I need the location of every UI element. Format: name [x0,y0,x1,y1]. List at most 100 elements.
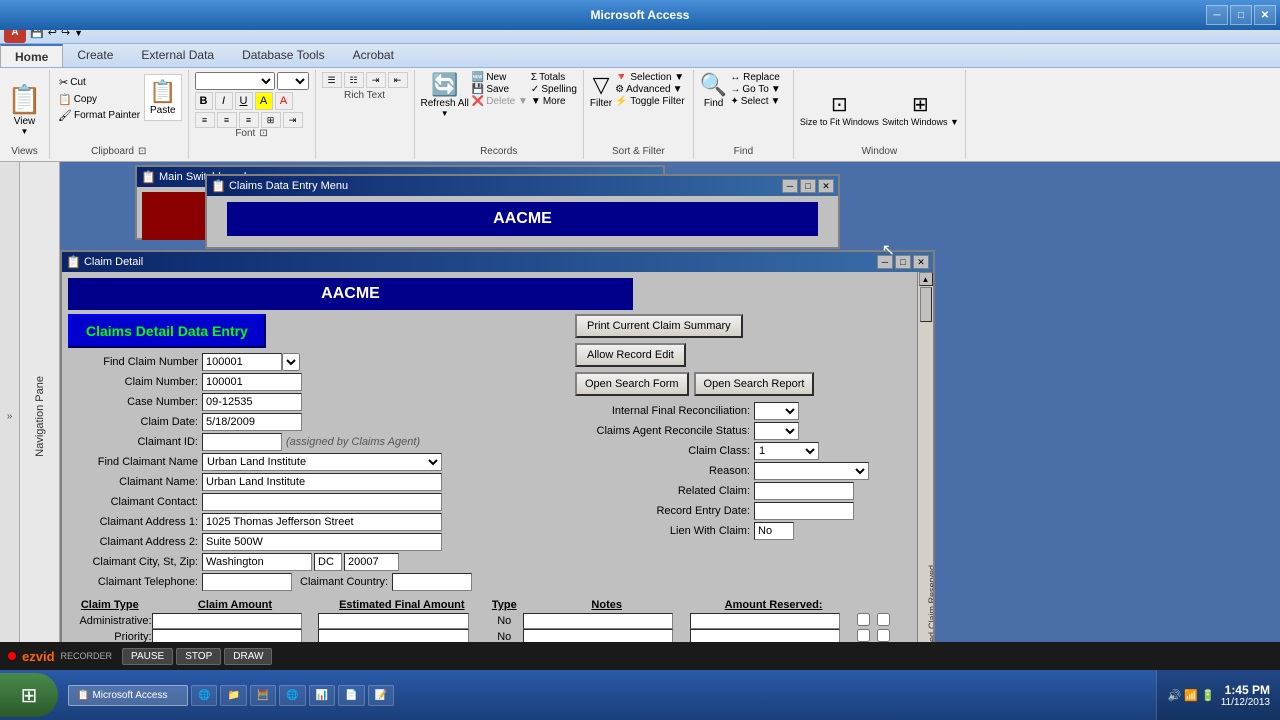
taskbar-calc[interactable]: 🧮 [250,685,276,706]
advanced-btn[interactable]: ⚙ Advanced ▼ [615,84,685,95]
print-claim-btn[interactable]: Print Current Claim Summary [575,314,743,338]
claim-maximize-btn[interactable]: □ [895,255,911,269]
reason-select[interactable] [754,462,869,480]
grid-btn[interactable]: ⊞ [261,112,281,128]
claimant-id-input[interactable] [202,433,282,451]
scroll-thumb[interactable] [920,287,932,322]
font-color-btn[interactable]: A [275,92,293,110]
tab-external-data[interactable]: External Data [127,44,228,67]
claim-minimize-btn[interactable]: ─ [877,255,893,269]
find-claimant-select[interactable]: Urban Land Institute [202,453,442,471]
internal-final-select[interactable] [754,402,799,420]
row1-reserved-input[interactable] [690,613,840,629]
toggle-filter-btn[interactable]: ⚡ Toggle Filter [615,96,685,107]
underline-btn[interactable]: U [235,92,253,110]
find-claim-dropdown[interactable]: ▼ [282,353,300,371]
row2-amount-input[interactable] [152,629,302,642]
claimant-addr1-input[interactable] [202,513,442,531]
taskbar-access[interactable]: 📋Microsoft Access [68,685,188,706]
cut-btn[interactable]: ✂Cut [56,74,142,91]
bold-btn[interactable]: B [195,92,213,110]
row1-cb1[interactable] [857,613,870,626]
taskbar-word[interactable]: 📝 [368,685,394,706]
row1-cb2[interactable] [877,613,890,626]
claimant-state-input[interactable] [314,553,342,571]
goto-btn[interactable]: → Go To ▼ [730,84,780,95]
related-claim-input[interactable] [754,482,854,500]
ezvid-draw-btn[interactable]: DRAW [224,648,272,665]
font-size-select[interactable] [277,72,309,90]
paste-btn[interactable]: 📋 Paste [144,74,181,121]
claimant-addr2-input[interactable] [202,533,442,551]
replace-btn[interactable]: ↔ Replace [730,72,780,83]
list-btn[interactable]: ☰ [322,72,342,88]
minimize-btn[interactable]: ─ [1206,5,1228,25]
claimant-tel-input[interactable] [202,573,292,591]
claim-class-select[interactable]: 1 [754,442,819,460]
find-claim-input[interactable] [202,353,282,371]
claims-agent-select[interactable] [754,422,799,440]
claims-menu-minimize[interactable]: ─ [782,179,798,193]
italic-btn[interactable]: I [215,92,233,110]
maximize-btn[interactable]: □ [1230,5,1252,25]
tab-home[interactable]: Home [0,44,63,67]
view-btn[interactable]: 📋 View ▼ [7,72,42,146]
claim-close-btn[interactable]: ✕ [913,255,929,269]
lien-claim-input[interactable] [754,522,794,540]
delete-record-btn[interactable]: ❌Delete ▼ [472,96,528,107]
font-name-select[interactable] [195,72,275,90]
scroll-up-btn[interactable]: ▲ [919,272,933,286]
open-search-report-btn[interactable]: Open Search Report [694,372,815,396]
switch-windows-btn[interactable]: ⊞ Switch Windows ▼ [882,92,959,127]
indent-more-btn[interactable]: ⇥ [366,72,386,88]
more-btn[interactable]: ▼More [531,96,577,107]
ezvid-pause-btn[interactable]: PAUSE [122,648,173,665]
row1-amount-input[interactable] [152,613,302,629]
claims-menu-close[interactable]: ✕ [818,179,834,193]
selection-btn[interactable]: 🔻 Selection ▼ [615,72,685,83]
taskbar-chrome[interactable]: 🌐 [279,685,305,706]
copy-btn[interactable]: 📋Copy [56,92,142,107]
ezvid-stop-btn[interactable]: STOP [176,648,221,665]
taskbar-ie[interactable]: 🌐 [191,685,217,706]
start-btn[interactable]: ⊞ [0,673,58,717]
row2-notes-input[interactable] [523,629,673,642]
row1-notes-input[interactable] [523,613,673,629]
claimant-contact-input[interactable] [202,493,442,511]
row2-est-input[interactable] [318,629,468,642]
claimant-zip-input[interactable] [344,553,399,571]
taskbar-acrobat[interactable]: 📄 [338,685,364,706]
claimant-city-input[interactable] [202,553,312,571]
totals-btn[interactable]: ΣTotals [531,72,577,83]
nav-pane-toggle[interactable]: » [0,162,20,670]
outdent-btn[interactable]: ⇤ [388,72,408,88]
align-left-btn[interactable]: ≡ [195,112,215,128]
select-btn[interactable]: ✦ Select ▼ [730,96,780,107]
record-entry-input[interactable] [754,502,854,520]
refresh-btn[interactable]: 🔄 Refresh All ▼ [421,72,469,118]
save-record-btn[interactable]: 💾Save [472,84,528,95]
taskbar-explorer[interactable]: 📁 [220,685,246,706]
row1-est-input[interactable] [318,613,468,629]
claimant-name-input[interactable] [202,473,442,491]
highlight-btn[interactable]: A [255,92,273,110]
row2-reserved-input[interactable] [690,629,840,642]
claims-menu-maximize[interactable]: □ [800,179,816,193]
indent-btn[interactable]: ⇥ [283,112,303,128]
allow-edit-btn[interactable]: Allow Record Edit [575,343,686,367]
open-search-form-btn[interactable]: Open Search Form [575,372,689,396]
row2-cb1[interactable] [857,629,870,642]
taskbar-excel[interactable]: 📊 [309,685,335,706]
num-list-btn[interactable]: ☷ [344,72,364,88]
tab-acrobat[interactable]: Acrobat [339,44,408,67]
align-right-btn[interactable]: ≡ [239,112,259,128]
claim-date-input[interactable] [202,413,302,431]
spelling-btn[interactable]: ✓Spelling [531,84,577,95]
claimant-country-input[interactable] [392,573,472,591]
size-to-fit-btn[interactable]: ⊡ Size to Fit Windows [800,92,879,127]
align-center-btn[interactable]: ≡ [217,112,237,128]
filter-btn[interactable]: ▽ Filter [590,72,612,109]
close-btn[interactable]: ✕ [1254,5,1276,25]
find-btn[interactable]: 🔍 Find [700,72,727,109]
new-record-btn[interactable]: 🆕New [472,72,528,83]
